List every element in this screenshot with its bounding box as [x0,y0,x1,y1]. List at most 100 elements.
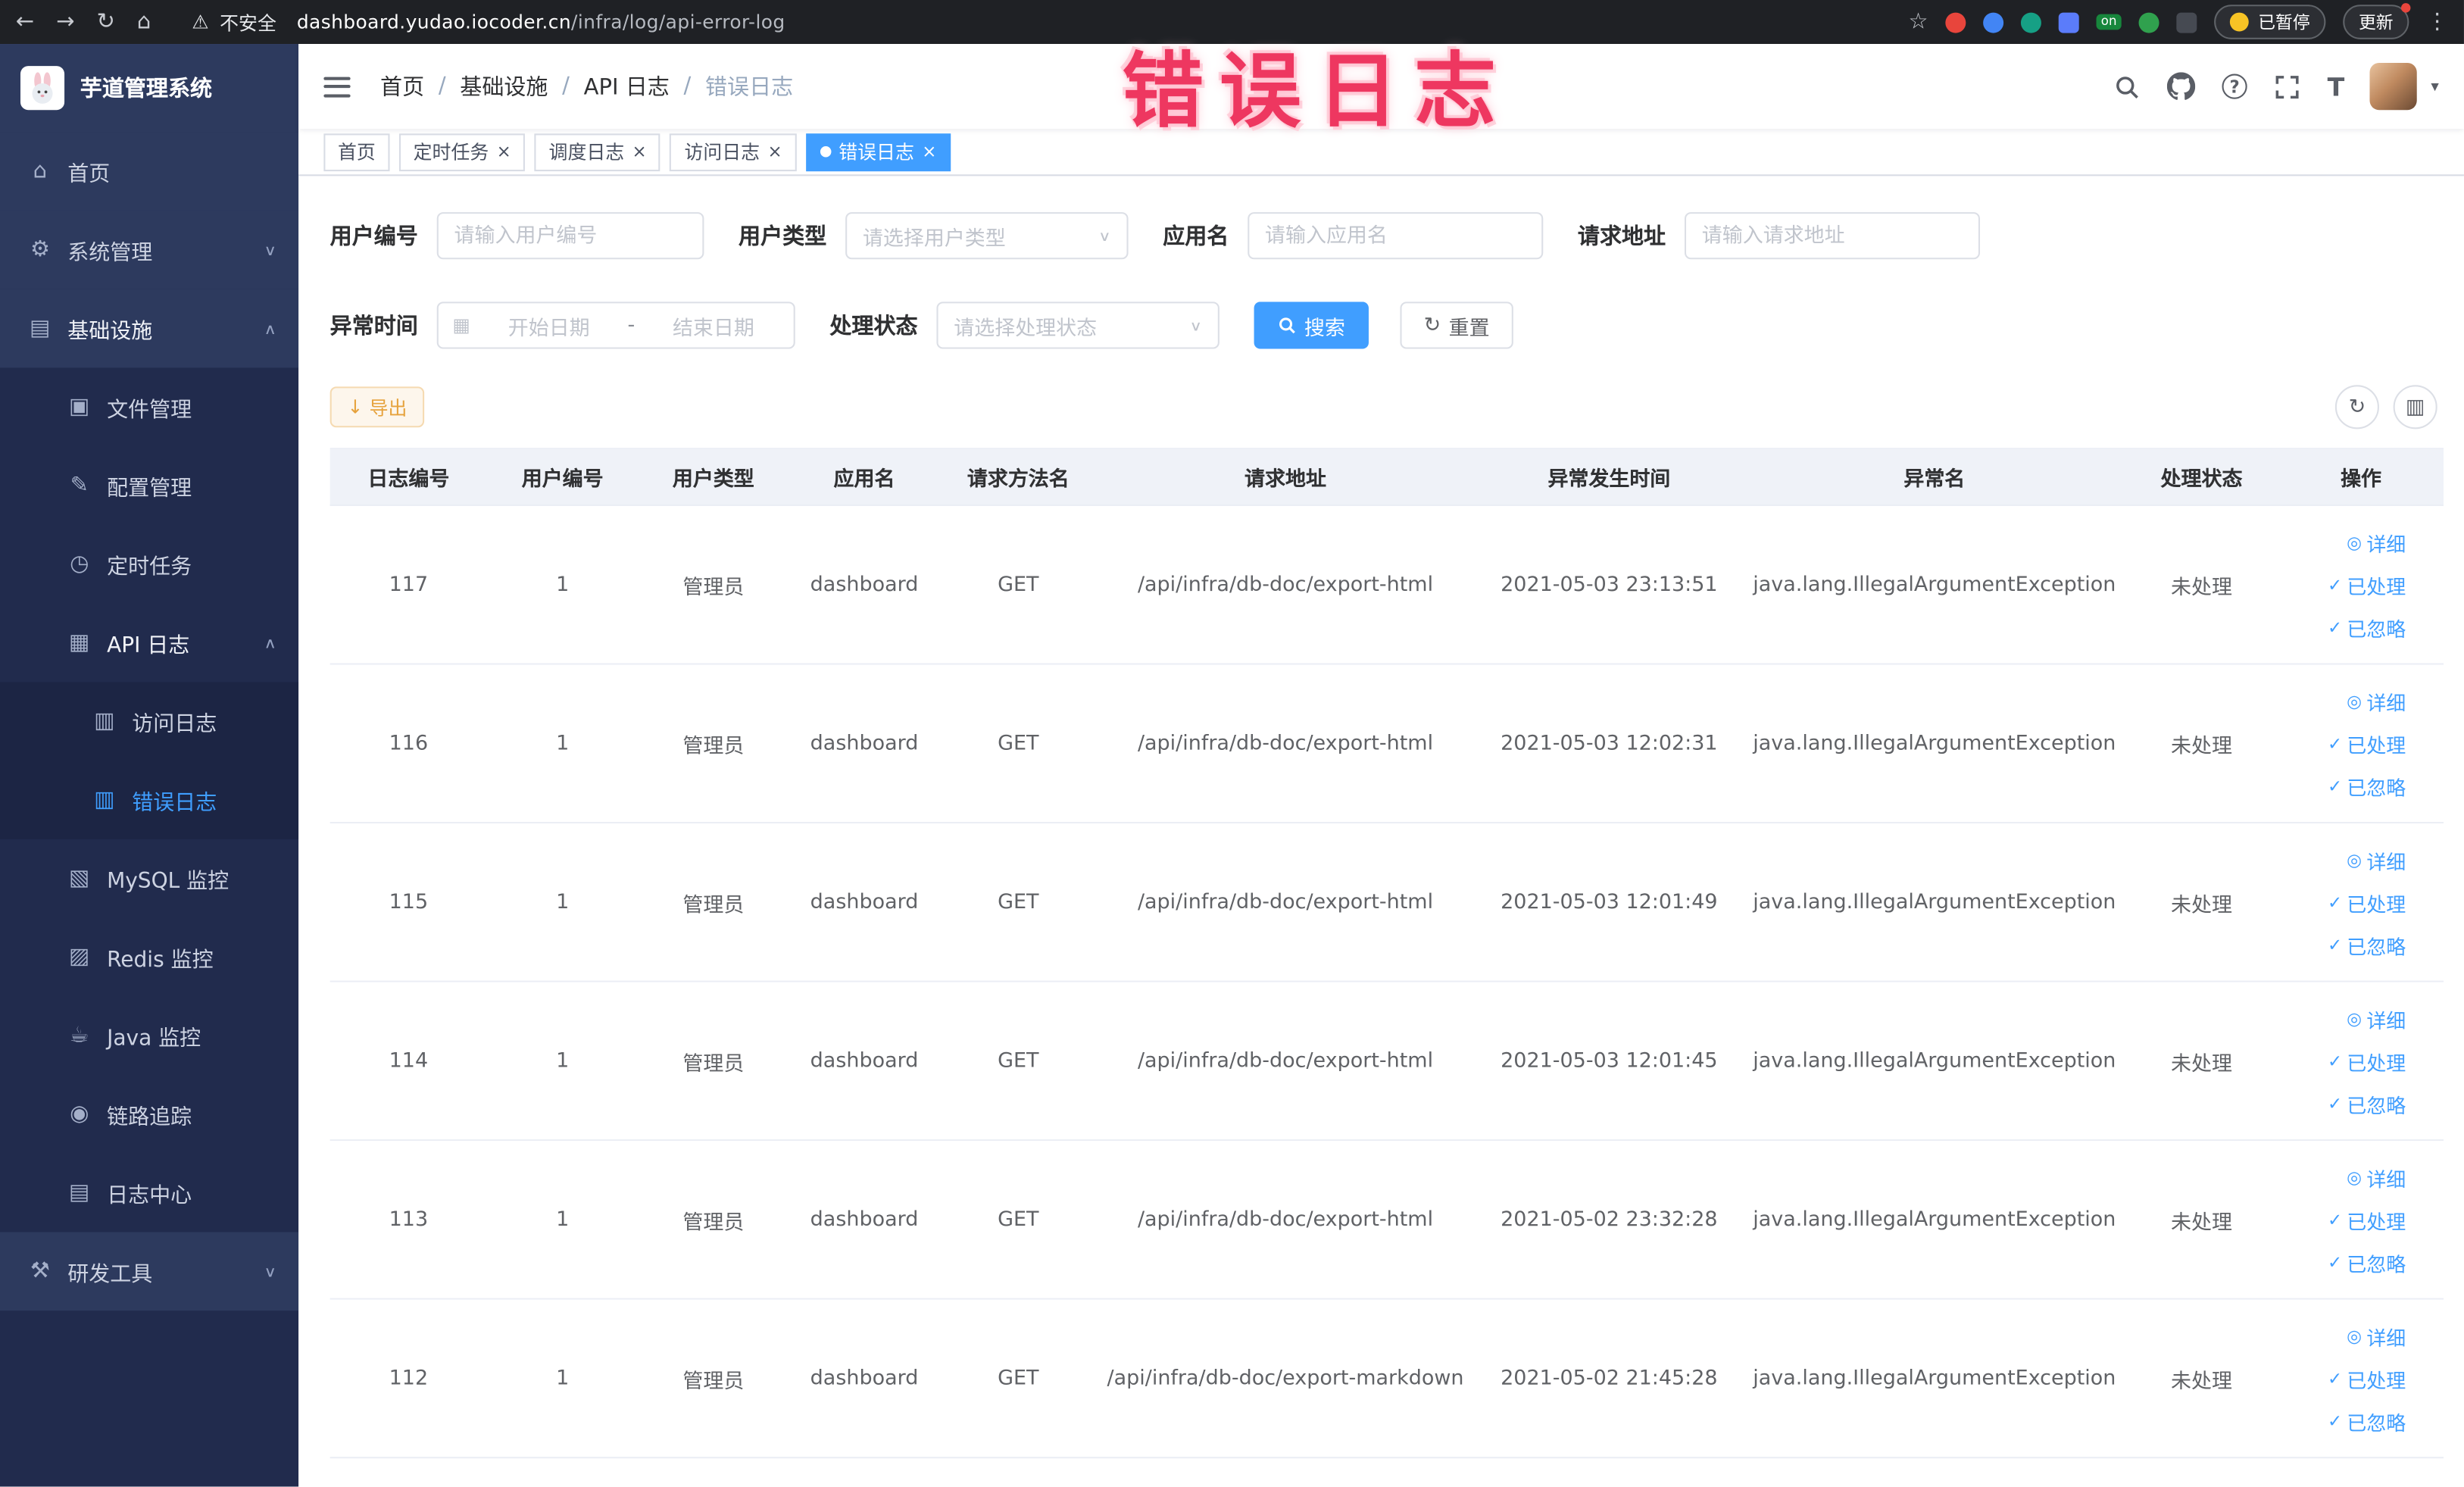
sidebar-item-log-center[interactable]: ▤ 日志中心 [0,1154,298,1232]
kebab-menu-icon[interactable]: ⋮ [2426,9,2448,34]
action-detail-link[interactable]: ◎ 详细 [2347,1162,2406,1192]
search-icon[interactable] [2113,73,2140,99]
cell-request-url: /api/infra/db-doc/export-html [1137,1207,1434,1232]
avatar[interactable] [2369,62,2417,111]
extension-icon-blue[interactable] [1983,11,2004,33]
log-center-icon: ▤ [69,1180,90,1206]
check-icon: ✓ [2328,733,2343,754]
cell-user-type: 管理员 [682,1051,745,1076]
date-range-picker[interactable]: ▦ 开始日期 - 结束日期 [436,301,795,349]
sidebar-item-trace[interactable]: ◉ 链路追踪 [0,1075,298,1154]
app-name-input[interactable] [1248,212,1544,260]
action-detail-link[interactable]: ◎ 详细 [2347,527,2406,557]
export-button[interactable]: ↓ 导出 [329,386,425,428]
font-size-icon[interactable]: T [2328,71,2345,101]
search-button[interactable]: 搜索 [1254,301,1369,349]
column-settings-button[interactable]: ▥ [2393,385,2437,430]
extension-icon-grid[interactable] [2058,11,2079,33]
paused-badge[interactable]: 已暂停 [2214,5,2326,39]
cell-exception-name: java.lang.IllegalArgumentException [1753,573,2116,597]
user-type-select[interactable]: 请选择用户类型 ∨ [845,212,1129,260]
action-detail-link[interactable]: ◎ 详细 [2347,1321,2406,1351]
action-ignored-link[interactable]: ✓ 已忽略 [2328,929,2406,959]
help-icon[interactable]: ? [2222,73,2247,99]
table-row: 116 1 管理员 dashboard GET /api/infra/db-do… [329,664,2444,824]
security-label[interactable]: 不安全 [220,8,276,35]
refresh-button[interactable]: ↻ [2334,385,2379,430]
bookmark-star-icon[interactable]: ☆ [1909,11,1928,33]
extension-icon-red[interactable] [1945,11,1966,33]
cell-log-id: 116 [389,731,429,755]
extension-icon-dark[interactable] [2176,11,2197,33]
cell-exception-name: java.lang.IllegalArgumentException [1753,890,2116,914]
reload-icon[interactable]: ↻ [97,11,115,33]
close-icon[interactable]: × [497,143,511,161]
col-exception-time: 异常发生时间 [1547,468,1671,492]
sidebar-item-infra[interactable]: ▤ 基础设施 ∧ [0,289,299,368]
forward-icon[interactable]: → [56,11,74,33]
github-icon[interactable] [2166,72,2196,100]
extension-icon-green[interactable] [2138,11,2160,33]
breadcrumb-api-log[interactable]: API 日志 [584,70,670,102]
cell-process-status: 未处理 [2171,734,2232,758]
action-processed-link[interactable]: ✓ 已处理 [2328,1364,2406,1393]
action-ignored-link[interactable]: ✓ 已忽略 [2328,1247,2406,1276]
action-ignored-link[interactable]: ✓ 已忽略 [2328,1089,2406,1118]
close-icon[interactable]: × [632,143,647,161]
update-button[interactable]: 更新 [2343,3,2411,39]
action-ignored-link[interactable]: ✓ 已忽略 [2328,1406,2406,1435]
home-icon[interactable]: ⌂ [137,11,151,33]
caret-down-icon[interactable]: ▾ [2431,78,2438,95]
close-icon[interactable]: × [767,143,782,161]
sidebar-item-file-manage[interactable]: ▣ 文件管理 [0,367,298,446]
sidebar-item-config-manage[interactable]: ✎ 配置管理 [0,446,298,525]
screen: ← → ↻ ⌂ ⚠ 不安全 dashboard.yudao.iocoder.cn… [0,0,2464,1487]
sidebar-item-api-log[interactable]: ▦ API 日志 ∧ [0,604,298,683]
app-logo[interactable]: 芋道管理系统 [0,44,299,133]
sidebar-item-redis-monitor[interactable]: ▨ Redis 监控 [0,918,298,997]
tab-home[interactable]: 首页 [323,133,390,171]
reset-button[interactable]: ↻ 重置 [1400,301,1513,349]
action-detail-link[interactable]: ◎ 详细 [2347,845,2406,874]
action-processed-link[interactable]: ✓ 已处理 [2328,1046,2406,1076]
sidebar-item-home[interactable]: ⌂ 首页 [0,132,299,211]
sidebar-item-access-log[interactable]: ▥ 访问日志 [0,682,299,761]
sidebar-item-scheduled-jobs[interactable]: ◷ 定时任务 [0,525,298,604]
fullscreen-icon[interactable] [2274,73,2300,99]
omnibox[interactable]: ⚠ 不安全 dashboard.yudao.iocoder.cn/infra/l… [192,8,785,35]
sidebar-item-java-monitor[interactable]: ☕ Java 监控 [0,996,298,1075]
request-url-input[interactable] [1684,212,1980,260]
action-ignored-link[interactable]: ✓ 已忽略 [2328,612,2406,642]
browser-actions: ☆ on 已暂停 更新 ⋮ [1909,3,2448,39]
action-ignored-link[interactable]: ✓ 已忽略 [2328,771,2406,801]
action-processed-link[interactable]: ✓ 已处理 [2328,729,2406,758]
tab-schedule-log[interactable]: 调度日志 × [534,133,661,171]
sidebar-item-system[interactable]: ⚙ 系统管理 ∨ [0,210,299,289]
close-icon[interactable]: × [922,143,936,161]
user-id-input[interactable] [436,212,704,260]
url-text[interactable]: dashboard.yudao.iocoder.cn/infra/log/api… [297,11,785,33]
action-processed-link[interactable]: ✓ 已处理 [2328,887,2406,917]
process-status-select[interactable]: 请选择处理状态 ∨ [936,301,1220,349]
refresh-icon: ↻ [1423,313,1441,338]
breadcrumb-infra[interactable]: 基础设施 [460,70,548,102]
action-processed-link[interactable]: ✓ 已处理 [2328,570,2406,599]
check-icon: ✓ [2328,574,2343,595]
sidebar-item-dev-tools[interactable]: ⚒ 研发工具 ∨ [0,1232,299,1311]
sidebar-item-error-log[interactable]: ▥ 错误日志 [0,761,299,839]
extension-icon-teal[interactable] [2021,11,2041,33]
action-processed-link[interactable]: ✓ 已处理 [2328,1204,2406,1234]
tab-scheduled-jobs[interactable]: 定时任务 × [398,133,526,171]
sidebar-item-mysql-monitor[interactable]: ▧ MySQL 监控 [0,839,298,918]
collapse-sidebar-icon[interactable] [323,76,351,97]
table-row: 117 1 管理员 dashboard GET /api/infra/db-do… [329,506,2444,665]
tab-error-log[interactable]: 错误日志 × [805,133,951,171]
extension-on-badge[interactable]: on [2096,14,2122,30]
action-detail-link[interactable]: ◎ 详细 [2347,1004,2406,1033]
action-detail-link[interactable]: ◎ 详细 [2347,686,2406,716]
cell-exception-name: java.lang.IllegalArgumentException [1753,1207,2116,1232]
back-icon[interactable]: ← [16,11,34,33]
breadcrumb-home[interactable]: 首页 [380,70,424,102]
tab-access-log[interactable]: 访问日志 × [670,133,797,171]
check-icon: ✓ [2328,1209,2343,1230]
